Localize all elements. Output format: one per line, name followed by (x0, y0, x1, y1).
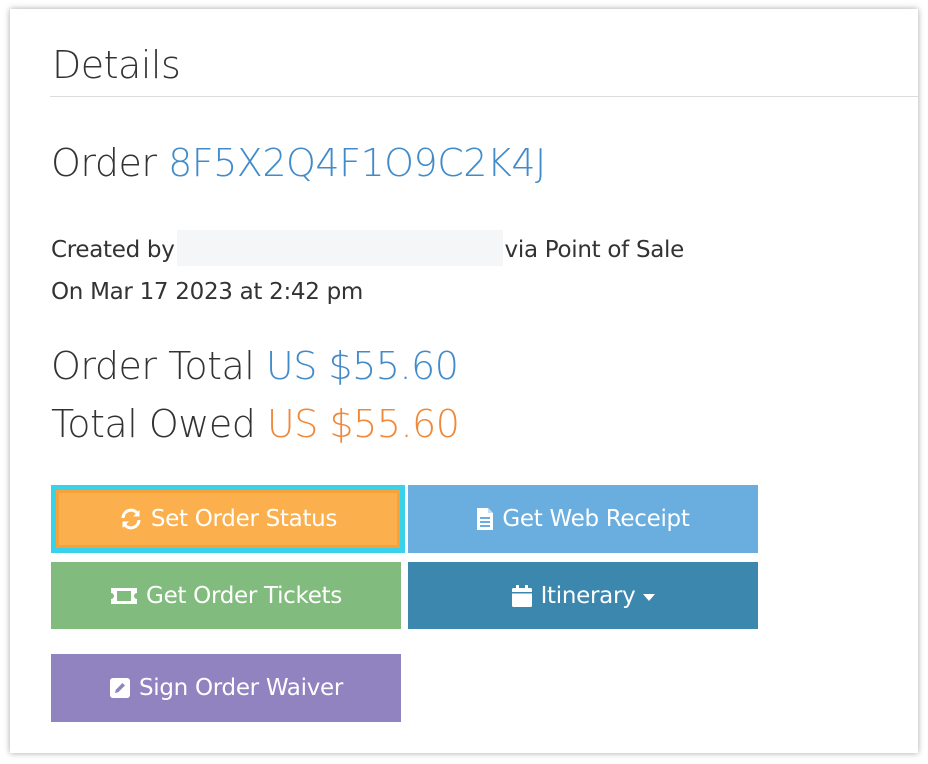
ticket-icon (110, 585, 138, 607)
order-details-panel: Details Order 8F5X2Q4F1O9C2K4J Created b… (10, 9, 918, 753)
created-by-label: Created by (51, 237, 175, 263)
get-web-receipt-label: Get Web Receipt (502, 506, 690, 532)
order-id-link[interactable]: 8F5X2Q4F1O9C2K4J (168, 141, 546, 185)
sign-order-waiver-label: Sign Order Waiver (138, 675, 344, 701)
order-total-label: Order Total (51, 344, 255, 388)
set-order-status-button[interactable]: Set Order Status (51, 485, 405, 553)
order-label: Order (51, 141, 157, 185)
sign-order-waiver-button[interactable]: Sign Order Waiver (51, 654, 401, 722)
redacted-user-name (176, 229, 503, 266)
itinerary-dropdown-button[interactable]: Itinerary (408, 562, 758, 629)
get-web-receipt-button[interactable]: Get Web Receipt (408, 485, 758, 553)
get-order-tickets-label: Get Order Tickets (146, 582, 342, 609)
total-owed-line: Total Owed US $55.60 (51, 395, 460, 453)
total-owed-label: Total Owed (51, 402, 256, 446)
created-date: On Mar 17 2023 at 2:42 pm (51, 279, 364, 305)
order-heading: Order 8F5X2Q4F1O9C2K4J (51, 141, 546, 185)
via-channel: via Point of Sale (504, 237, 685, 263)
order-meta: Created by via Point of Sale On Mar 17 20… (51, 229, 684, 313)
calendar-icon (511, 584, 533, 608)
get-order-tickets-button[interactable]: Get Order Tickets (51, 562, 401, 629)
created-by-line: Created by via Point of Sale (51, 229, 684, 271)
document-icon (476, 507, 494, 531)
title-divider (50, 96, 918, 97)
order-totals: Order Total US $55.60 Total Owed US $55.… (51, 337, 460, 453)
total-owed-value: US $55.60 (266, 402, 460, 446)
order-total-line: Order Total US $55.60 (51, 337, 459, 395)
edit-icon (109, 677, 131, 699)
set-order-status-label: Set Order Status (150, 506, 338, 532)
order-total-value: US $55.60 (265, 344, 459, 388)
chevron-down-icon (643, 593, 656, 601)
refresh-icon (119, 507, 143, 531)
itinerary-label: Itinerary (540, 582, 636, 609)
section-title: Details (52, 43, 181, 87)
